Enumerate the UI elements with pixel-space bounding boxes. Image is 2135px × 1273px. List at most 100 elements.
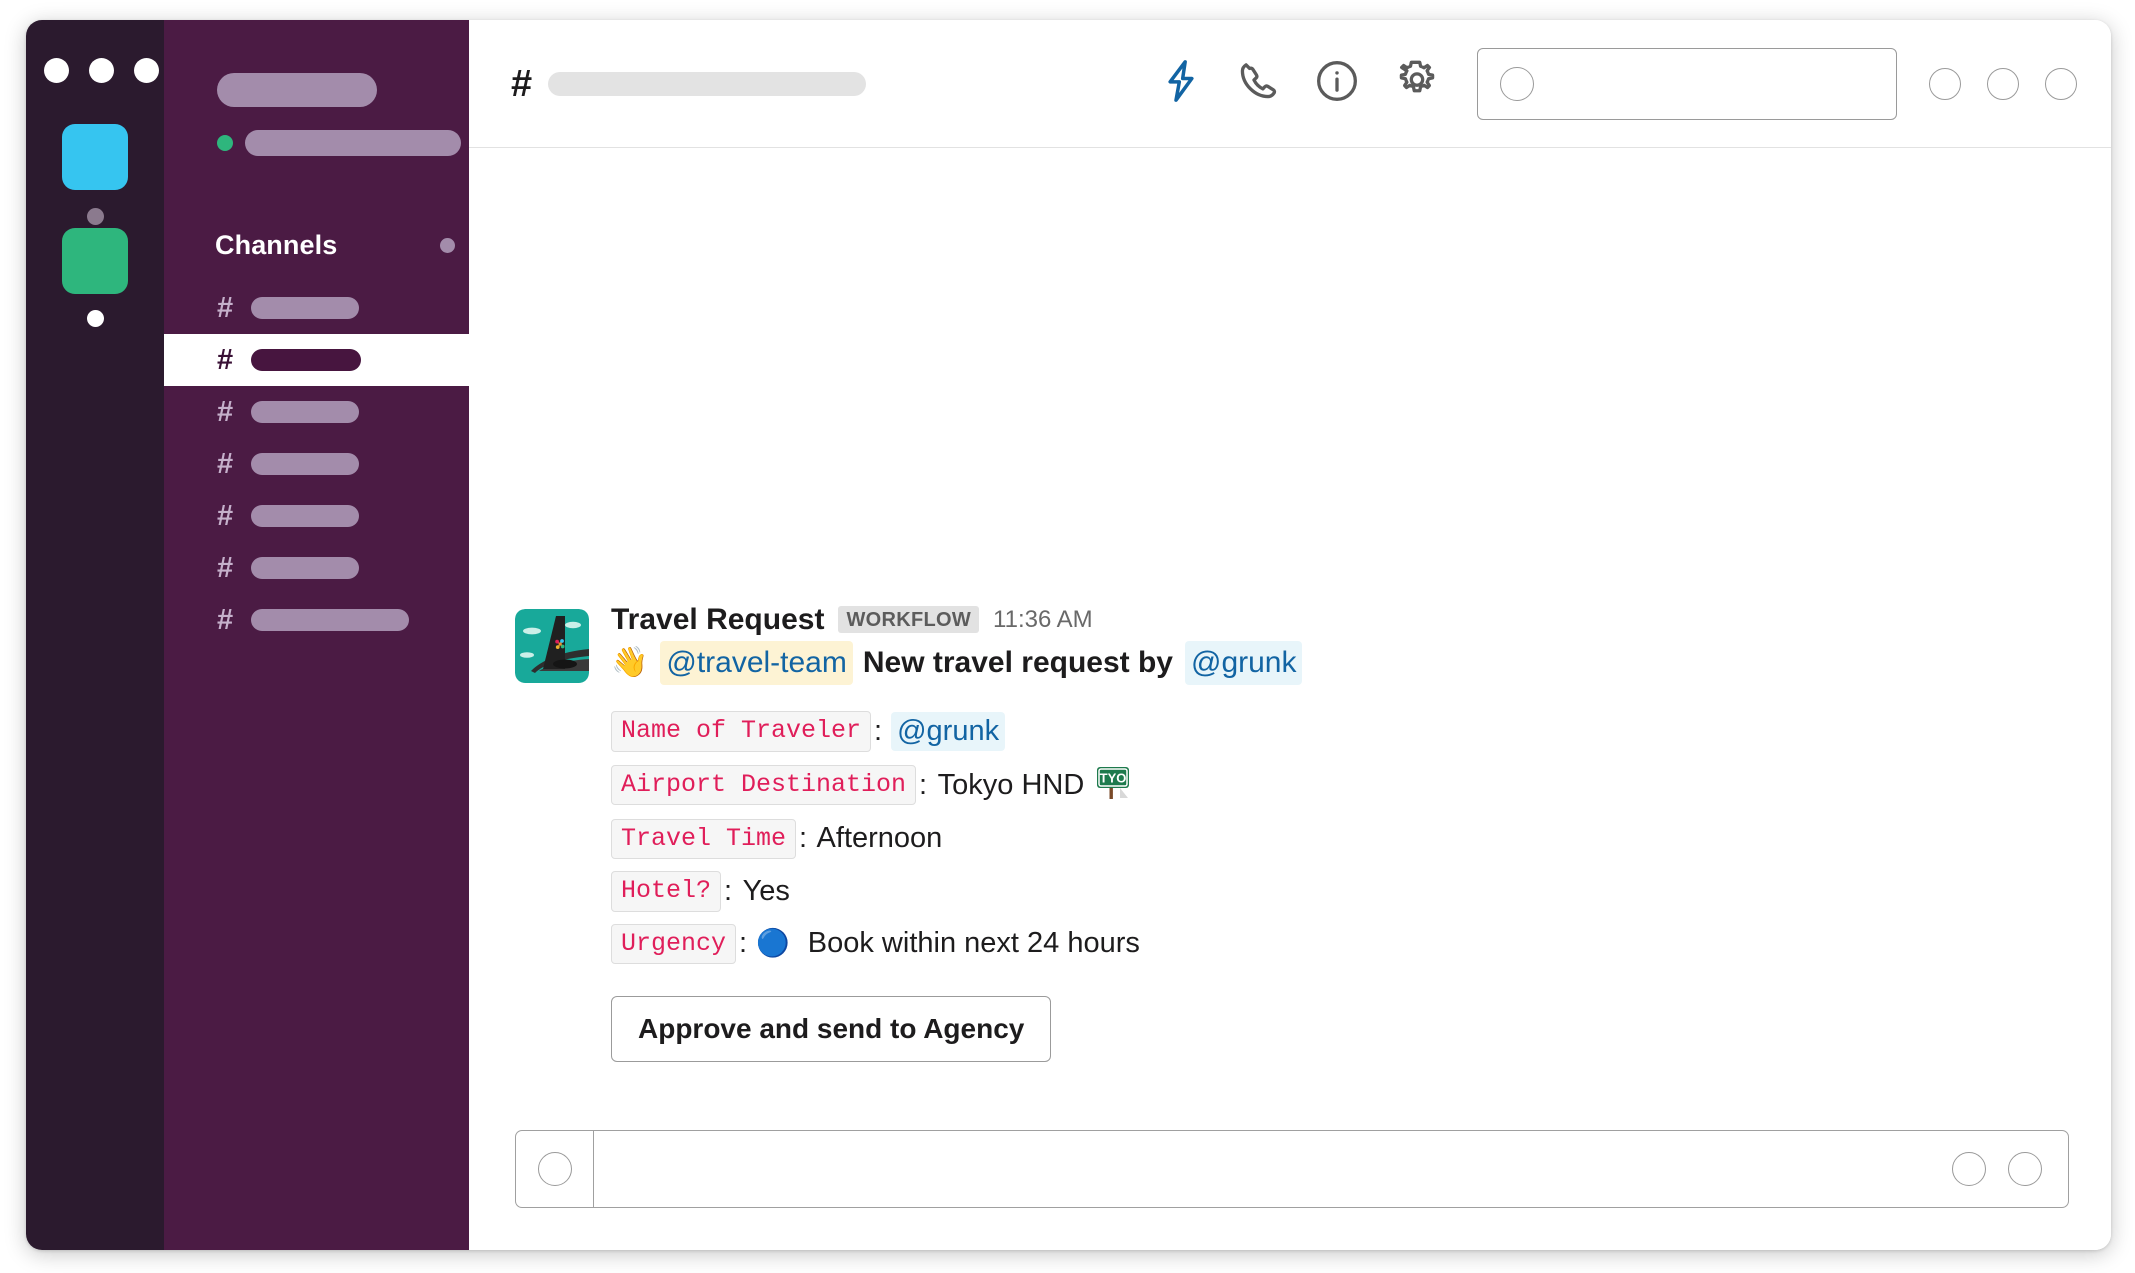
sidebar-channel-7[interactable]: # xyxy=(164,594,469,646)
channels-section-header[interactable]: Channels xyxy=(215,230,455,261)
channel-name-placeholder xyxy=(251,401,359,423)
workflow-field-row: Urgency: 🔵 Book within next 24 hours xyxy=(611,923,2069,964)
workflow-field-value: Afternoon xyxy=(810,822,943,855)
message-list[interactable]: Travel Request WORKFLOW 11:36 AM 👋 @trav… xyxy=(469,148,2111,1130)
channels-heading: Channels xyxy=(215,230,338,260)
hash-icon: # xyxy=(217,343,234,376)
composer-input[interactable] xyxy=(594,1131,1952,1207)
workflow-field-label: Urgency xyxy=(611,923,737,964)
header-right-icons xyxy=(1929,67,2077,100)
field-colon: : xyxy=(874,714,883,747)
group-mention[interactable]: @travel-team xyxy=(660,640,853,685)
field-colon: : xyxy=(919,768,928,801)
sidebar-channel-3[interactable]: # xyxy=(164,386,469,438)
avatar[interactable] xyxy=(515,608,589,683)
workspace-dot-2[interactable] xyxy=(87,310,104,327)
field-colon: : xyxy=(739,927,748,960)
workflow-action-row: Approve and send to Agency xyxy=(611,964,2069,1062)
hash-icon: # xyxy=(217,447,234,480)
header-icon-1[interactable] xyxy=(1929,67,1961,100)
zoom-window-button[interactable] xyxy=(134,58,159,83)
channel-sidebar: Channels # # # # # # # xyxy=(164,20,469,1250)
channel-header: # xyxy=(469,20,2111,148)
message-body: Travel Request WORKFLOW 11:36 AM 👋 @trav… xyxy=(611,604,2069,1062)
composer-left-actions xyxy=(516,1131,594,1207)
sidebar-channel-1[interactable]: # xyxy=(164,282,469,334)
channel-list: # # # # # # # xyxy=(164,282,469,646)
channel-name-placeholder xyxy=(251,297,359,319)
message-item: Travel Request WORKFLOW 11:36 AM 👋 @trav… xyxy=(515,604,2069,1062)
sidebar-channel-4[interactable]: # xyxy=(164,438,469,490)
window-traffic-lights xyxy=(44,58,159,83)
sidebar-channel-5[interactable]: # xyxy=(164,490,469,542)
hash-icon: # xyxy=(217,551,234,584)
search-input[interactable] xyxy=(1477,47,1897,120)
workflow-field-row: Airport Destination: Tokyo HND TYO xyxy=(611,764,2069,807)
main-panel: # Travel Request WORKFLOW 11:36 AM 👋 @tr… xyxy=(469,20,2111,1250)
message-sender[interactable]: Travel Request xyxy=(611,604,824,635)
svg-text:TYO: TYO xyxy=(1100,770,1127,785)
workflow-field-value: Tokyo HND xyxy=(930,768,1085,801)
add-attachment-icon[interactable] xyxy=(537,1152,572,1186)
workspace-dot-1[interactable] xyxy=(87,208,104,225)
add-channel-icon[interactable] xyxy=(440,238,455,253)
hash-icon: # xyxy=(217,291,234,324)
composer-icon-1[interactable] xyxy=(1952,1152,1986,1186)
workflow-field-value: Yes xyxy=(735,874,790,907)
composer-icon-2[interactable] xyxy=(2008,1152,2042,1186)
minimize-window-button[interactable] xyxy=(89,58,114,83)
search-icon xyxy=(1500,66,1534,101)
workspace-tile-1[interactable] xyxy=(62,124,128,190)
workspace-name-placeholder[interactable] xyxy=(217,73,377,107)
channel-name-placeholder xyxy=(251,557,359,579)
info-circle-icon[interactable] xyxy=(1315,59,1359,108)
slack-window: Channels # # # # # # # # Travel Request … xyxy=(26,20,2111,1250)
field-colon: : xyxy=(724,874,733,907)
tyo-sign-emoji: TYO xyxy=(1094,764,1132,807)
message-headline: Travel Request WORKFLOW 11:36 AM xyxy=(611,604,2069,635)
approve-and-send-button[interactable]: Approve and send to Agency xyxy=(611,996,1052,1062)
sidebar-channel-2[interactable]: # xyxy=(164,334,469,386)
workflow-field-label: Airport Destination xyxy=(611,764,917,806)
header-icon-2[interactable] xyxy=(1987,67,2019,100)
hash-icon: # xyxy=(217,603,234,636)
message-group: Travel Request WORKFLOW 11:36 AM 👋 @trav… xyxy=(469,604,2111,1062)
workflow-field-label: Name of Traveler xyxy=(611,711,872,752)
workflow-field-row: Hotel?: Yes xyxy=(611,871,2069,912)
workspace-tile-2[interactable] xyxy=(62,228,128,294)
workflow-field-value: Book within next 24 hours xyxy=(799,927,1140,960)
sidebar-channel-6[interactable]: # xyxy=(164,542,469,594)
workflow-fields: Name of Traveler: @grunk Airport Destinati… xyxy=(611,711,2069,964)
channel-name-placeholder xyxy=(548,71,867,96)
message-timestamp[interactable]: 11:36 AM xyxy=(993,607,1093,632)
presence-active-icon xyxy=(217,135,233,151)
composer-area xyxy=(469,1130,2111,1250)
header-icon-3[interactable] xyxy=(2045,67,2077,100)
channel-name-placeholder xyxy=(251,453,359,475)
channel-name-placeholder xyxy=(251,349,361,371)
message-intro-text: New travel request by xyxy=(862,645,1173,679)
hash-icon: # xyxy=(217,395,234,428)
channel-title-group[interactable]: # xyxy=(511,65,1161,103)
user-name-placeholder xyxy=(245,130,461,156)
message-composer[interactable] xyxy=(515,1130,2069,1208)
user-presence-row[interactable] xyxy=(217,130,461,156)
hash-icon: # xyxy=(217,499,234,532)
workflow-field-label: Travel Time xyxy=(611,818,797,859)
user-mention[interactable]: @grunk xyxy=(1184,640,1303,685)
workflow-badge: WORKFLOW xyxy=(838,606,980,633)
workflow-field-row: Travel Time: Afternoon xyxy=(611,818,2069,859)
header-actions xyxy=(1161,59,1439,108)
close-window-button[interactable] xyxy=(44,58,69,83)
phone-icon[interactable] xyxy=(1237,60,1279,107)
channel-name-placeholder xyxy=(251,609,409,631)
gear-icon[interactable] xyxy=(1395,59,1439,108)
hash-icon: # xyxy=(511,62,533,105)
field-colon: : xyxy=(799,822,808,855)
blue-circle-emoji: 🔵 xyxy=(756,928,790,959)
channel-name-placeholder xyxy=(251,505,359,527)
workspace-rail xyxy=(26,20,164,1250)
lightning-bolt-icon[interactable] xyxy=(1161,59,1201,108)
composer-right-actions xyxy=(1952,1152,2068,1186)
user-mention[interactable]: @grunk xyxy=(891,711,1006,751)
